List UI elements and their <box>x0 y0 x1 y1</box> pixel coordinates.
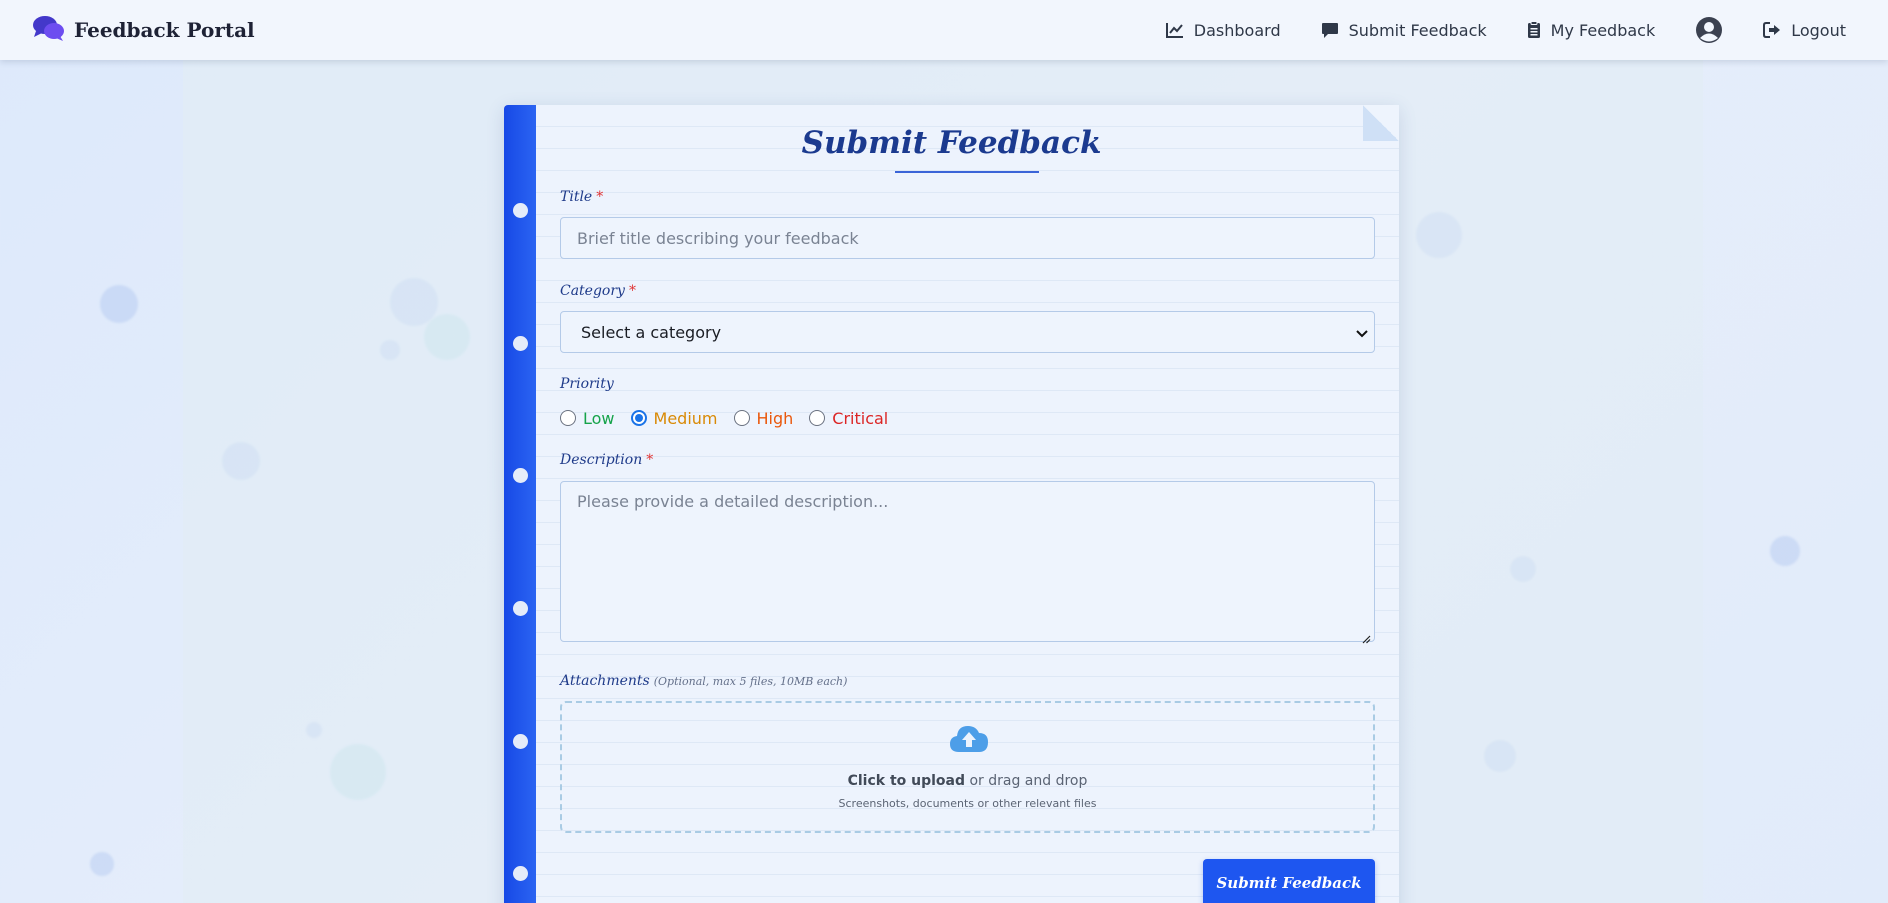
category-label-text: Category <box>560 283 625 299</box>
binder-hole <box>513 203 528 218</box>
description-label-text: Description <box>560 452 643 468</box>
upload-instructions: Click to upload or drag and drop <box>562 773 1373 789</box>
resize-handle-icon[interactable] <box>1362 629 1371 648</box>
binder-hole <box>513 468 528 483</box>
radio-button[interactable] <box>733 410 750 426</box>
file-dropzone[interactable]: Click to upload or drag and drop Screens… <box>560 701 1375 833</box>
background-bubble <box>90 852 114 876</box>
nav-dashboard[interactable]: Dashboard <box>1165 20 1281 40</box>
comment-icon <box>1321 22 1339 39</box>
priority-low-option[interactable]: Low <box>560 409 615 428</box>
binder-hole <box>513 601 528 616</box>
form-title: Submit Feedback <box>801 125 1102 161</box>
radio-button[interactable] <box>809 410 826 426</box>
top-navbar: Feedback Portal Dashboard Submit Feedbac… <box>0 0 1888 60</box>
binder-hole <box>513 866 528 881</box>
title-label-text: Title <box>560 189 593 205</box>
priority-low-label: Low <box>583 408 615 428</box>
category-label: Category * <box>560 283 636 299</box>
brand-title: Feedback Portal <box>74 18 255 42</box>
nav-submit-feedback[interactable]: Submit Feedback <box>1321 21 1487 40</box>
comments-icon <box>32 14 66 46</box>
attachments-hint: (Optional, max 5 files, 10MB each) <box>653 675 848 688</box>
clipboard-list-icon <box>1527 21 1541 39</box>
attachments-label: Attachments (Optional, max 5 files, 10MB … <box>560 673 847 689</box>
nav-logout-label: Logout <box>1791 20 1846 40</box>
category-select[interactable]: Select a category <box>560 311 1375 353</box>
description-label: Description * <box>560 452 653 468</box>
required-mark: * <box>646 452 654 468</box>
title-underline <box>895 171 1039 173</box>
priority-critical-option[interactable]: Critical <box>809 409 888 428</box>
nav-my-feedback-label: My Feedback <box>1550 20 1656 40</box>
priority-high-label: High <box>756 408 794 428</box>
binder-hole <box>513 336 528 351</box>
feedback-form-card: Submit Feedback Title* Category* Select … <box>504 105 1399 903</box>
background-bubble <box>1770 536 1800 566</box>
radio-button-checked[interactable] <box>630 410 647 426</box>
priority-radio-group: Low Medium High Critical <box>560 407 904 429</box>
required-mark: * <box>628 283 636 299</box>
nav-submit-feedback-label: Submit Feedback <box>1348 20 1487 40</box>
brand[interactable]: Feedback Portal <box>32 0 255 60</box>
title-input[interactable] <box>560 217 1375 259</box>
attachments-label-text: Attachments <box>560 673 650 689</box>
sign-out-icon <box>1763 22 1781 38</box>
radio-button[interactable] <box>560 410 576 426</box>
category-select-value: Select a category <box>581 322 722 342</box>
priority-medium-option[interactable]: Medium <box>630 408 718 428</box>
background-bubble <box>100 285 138 323</box>
title-label: Title * <box>560 189 603 205</box>
required-mark: * <box>596 189 604 205</box>
priority-medium-label: Medium <box>653 408 718 428</box>
cloud-upload-icon <box>949 723 989 757</box>
priority-critical-label: Critical <box>832 408 889 428</box>
submit-feedback-button[interactable]: Submit Feedback <box>1203 859 1375 903</box>
priority-high-option[interactable]: High <box>733 408 794 428</box>
upload-subtext: Screenshots, documents or other relevant… <box>838 797 1097 810</box>
user-circle-icon <box>1695 16 1723 44</box>
nav-dashboard-label: Dashboard <box>1193 20 1281 40</box>
user-profile-button[interactable] <box>1695 16 1723 44</box>
nav-my-feedback[interactable]: My Feedback <box>1527 20 1656 40</box>
binder-hole <box>513 734 528 749</box>
chevron-down-icon <box>1356 323 1368 342</box>
description-textarea[interactable] <box>560 481 1375 642</box>
upload-click-text[interactable]: Click to upload <box>848 773 965 789</box>
upload-drag-text: or drag and drop <box>965 773 1088 789</box>
chart-line-icon <box>1165 22 1184 38</box>
nav-links: Dashboard Submit Feedback My Feedback Lo… <box>1126 0 1846 60</box>
notebook-spine <box>504 105 536 903</box>
priority-label: Priority <box>560 376 614 392</box>
nav-logout[interactable]: Logout <box>1763 21 1846 40</box>
